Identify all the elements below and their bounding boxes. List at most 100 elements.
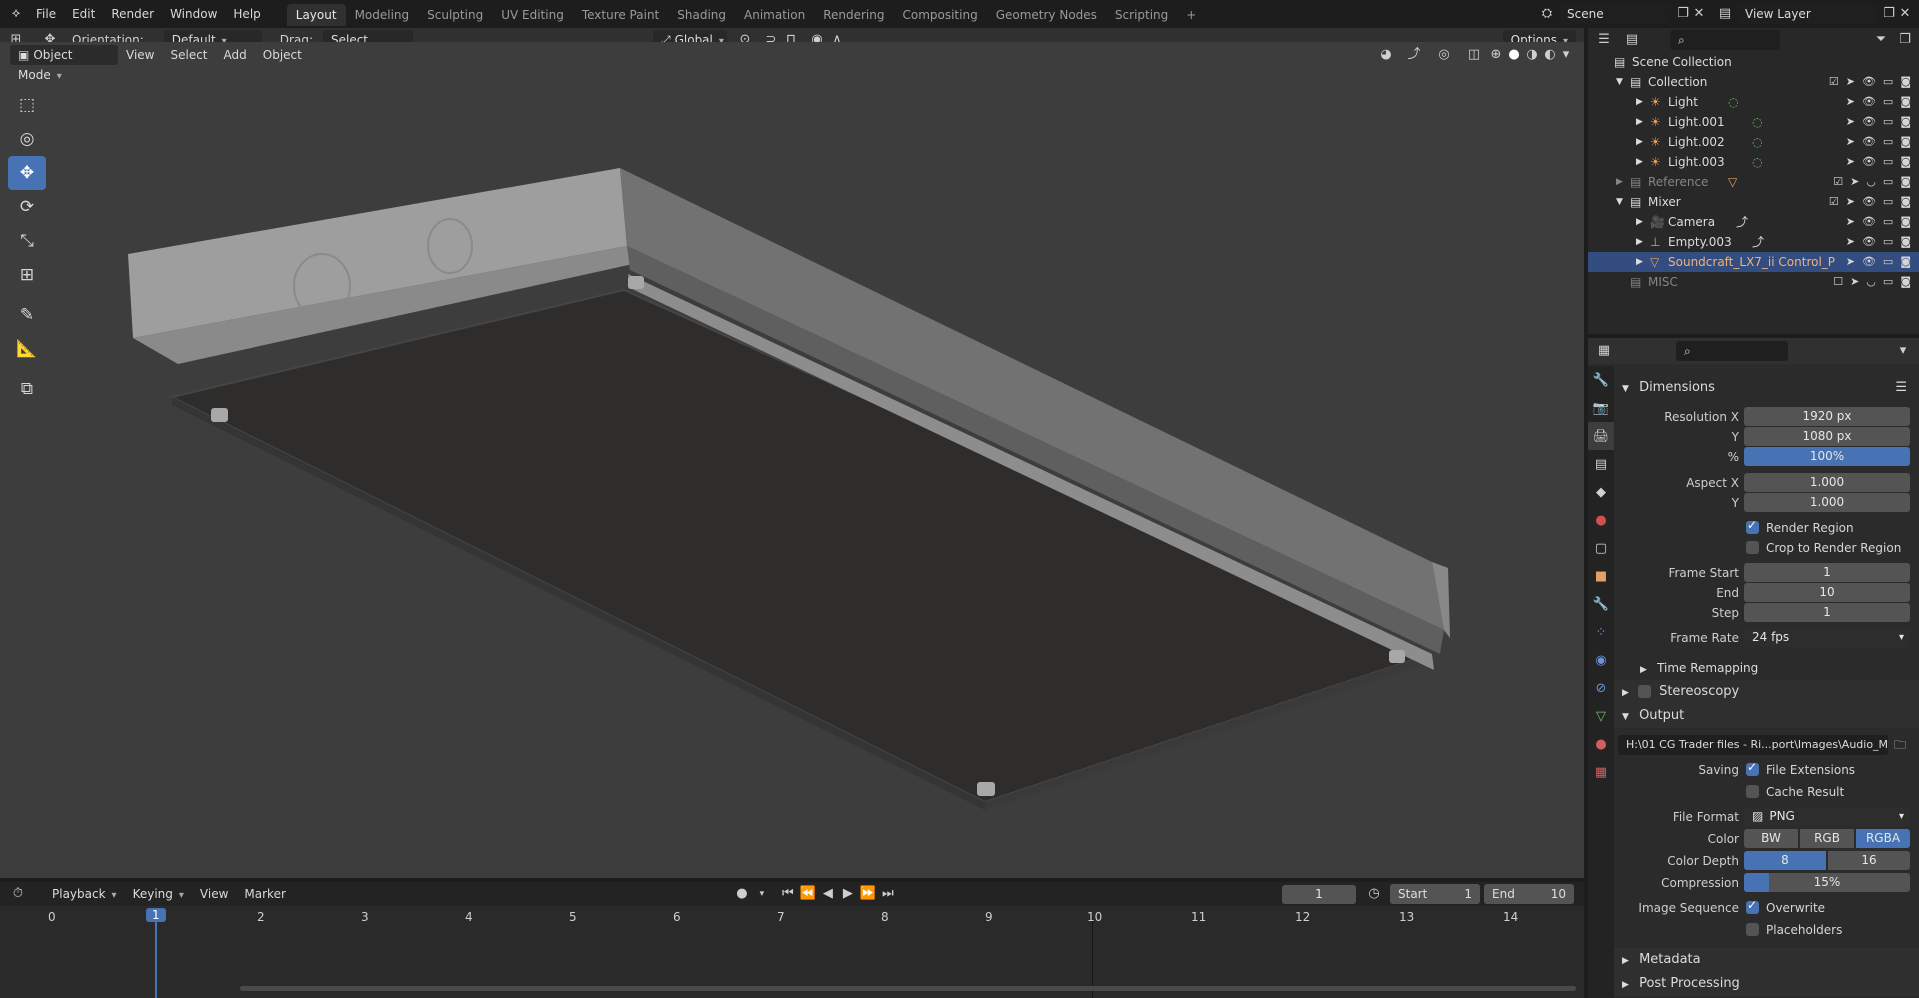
monitor-icon[interactable]: ▭	[1883, 72, 1893, 92]
current-frame-marker[interactable]: 1	[146, 908, 166, 922]
tool-tab[interactable]: 🔧	[1588, 366, 1614, 394]
selectable-icon[interactable]: ➤	[1846, 72, 1855, 92]
collapse-icon[interactable]: ▼	[1616, 72, 1623, 92]
expand-icon[interactable]: ▶	[1636, 152, 1643, 172]
camera-icon[interactable]: ◙	[1900, 192, 1911, 212]
constraints-tab[interactable]: ⊘	[1588, 674, 1614, 702]
camera-icon[interactable]: ◙	[1900, 272, 1911, 292]
mode-dropdown[interactable]: ▣ Object Mode	[10, 45, 118, 82]
eye-icon[interactable]: 👁	[1862, 192, 1876, 212]
selectable-icon[interactable]: ➤	[1846, 192, 1855, 212]
visibility-icon[interactable]: ◕	[1378, 47, 1394, 63]
new-collection-icon[interactable]: ❐	[1897, 32, 1913, 48]
selectable-icon[interactable]: ➤	[1846, 132, 1855, 152]
expand-icon[interactable]: ▶	[1636, 92, 1643, 112]
folder-icon[interactable]: 🗀	[1894, 736, 1906, 757]
checkbox-empty-icon[interactable]: ☐	[1833, 272, 1843, 292]
output-path-field[interactable]: H:\01 CG Trader files - Ri...port\Images…	[1618, 735, 1888, 755]
camera-icon[interactable]: ◙	[1900, 92, 1911, 112]
stereoscopy-panel-header[interactable]: ▶ Stereoscopy	[1614, 680, 1919, 704]
tab-animation[interactable]: Animation	[735, 4, 814, 26]
presets-icon[interactable]: ☰	[1895, 376, 1907, 400]
monitor-icon[interactable]: ▭	[1883, 272, 1893, 292]
eye-icon[interactable]: 👁	[1862, 72, 1876, 92]
menu-edit[interactable]: Edit	[64, 0, 103, 28]
crop-region-checkbox[interactable]	[1746, 541, 1759, 554]
eye-icon[interactable]: 👁	[1862, 92, 1876, 112]
outliner-row[interactable]: ▼ ▤ Collection ☑ ➤ 👁 ▭ ◙	[1588, 72, 1919, 92]
checkbox-icon[interactable]: ☑	[1829, 192, 1839, 212]
material-tab[interactable]: ●	[1588, 730, 1614, 758]
playhead-line[interactable]	[155, 918, 157, 998]
output-panel-header[interactable]: ▼ Output	[1614, 704, 1919, 728]
record-options-icon[interactable]: ▾	[754, 886, 770, 902]
outliner-row[interactable]: ▶ ▤ Reference ▽ ☑ ➤ ◡ ▭ ◙	[1588, 172, 1919, 192]
placeholders-checkbox[interactable]	[1746, 923, 1759, 936]
tab-uv-editing[interactable]: UV Editing	[492, 4, 573, 26]
selectable-icon[interactable]: ➤	[1846, 92, 1855, 112]
eye-closed-icon[interactable]: ◡	[1866, 272, 1876, 292]
scene-name-field[interactable]: Scene	[1559, 4, 1671, 24]
camera-icon[interactable]: ◙	[1900, 72, 1911, 92]
monitor-icon[interactable]: ▭	[1883, 112, 1893, 132]
checkbox-icon[interactable]: ☑	[1829, 72, 1839, 92]
overlays-icon[interactable]: ◎	[1436, 47, 1452, 63]
blender-logo-icon[interactable]: ⟡	[8, 6, 24, 22]
shading-options-icon[interactable]: ▾	[1558, 47, 1574, 63]
object-tab[interactable]: ■	[1588, 562, 1614, 590]
file-extensions-checkbox[interactable]	[1746, 760, 1759, 776]
menu-window[interactable]: Window	[162, 0, 225, 28]
post-processing-panel-header[interactable]: ▶ Post Processing	[1614, 972, 1919, 996]
eye-closed-icon[interactable]: ◡	[1866, 172, 1876, 192]
frame-end-field[interactable]: 10	[1744, 583, 1910, 602]
modifier-tab[interactable]: 🔧	[1588, 590, 1614, 618]
expand-icon[interactable]: ▶	[1636, 232, 1643, 252]
new-scene-icon[interactable]: ❐	[1675, 6, 1691, 22]
expand-icon[interactable]: ▶	[1636, 252, 1643, 272]
monitor-icon[interactable]: ▭	[1883, 132, 1893, 152]
particles-tab[interactable]: ⁘	[1588, 618, 1614, 646]
clock-icon[interactable]: ◷	[1366, 886, 1382, 902]
outliner-row[interactable]: ▶ ☀ Light.002 ◌ ➤ 👁 ▭ ◙	[1588, 132, 1919, 152]
jump-start-icon[interactable]: ⏮	[780, 886, 796, 902]
new-view-layer-icon[interactable]: ❐	[1881, 6, 1897, 22]
display-mode-icon[interactable]: ▤	[1624, 32, 1640, 48]
outliner-editor-icon[interactable]: ☰	[1596, 32, 1612, 48]
rendered-shading-icon[interactable]: ◐	[1542, 47, 1558, 63]
menu-help[interactable]: Help	[225, 0, 268, 28]
cursor-tool[interactable]: ◎	[8, 122, 46, 156]
checkbox-icon[interactable]: ☑	[1833, 172, 1843, 192]
dimensions-panel-header[interactable]: ▼ Dimensions ☰	[1614, 376, 1919, 400]
camera-icon[interactable]: ◙	[1900, 232, 1911, 252]
world-tab[interactable]: ●	[1588, 506, 1614, 534]
view-layer-tab[interactable]: ▤	[1588, 450, 1614, 478]
tab-geometry-nodes[interactable]: Geometry Nodes	[987, 4, 1106, 26]
expand-icon[interactable]: ▶	[1636, 212, 1643, 232]
monitor-icon[interactable]: ▭	[1883, 252, 1893, 272]
viewport-menu-add[interactable]: Add	[216, 45, 255, 65]
tab-scripting[interactable]: Scripting	[1106, 4, 1177, 26]
physics-tab[interactable]: ◉	[1588, 646, 1614, 674]
resolution-x-field[interactable]: 1920 px	[1744, 407, 1910, 426]
frame-rate-dropdown[interactable]: 24 fps ▾	[1744, 628, 1910, 647]
expand-icon[interactable]: ▶	[1616, 172, 1623, 192]
outliner-row[interactable]: ▼ ▤ Mixer ☑ ➤ 👁 ▭ ◙	[1588, 192, 1919, 212]
timeline-editor-icon[interactable]: ⏱	[10, 886, 26, 902]
outliner-row[interactable]: ▶ ☀ Light.001 ◌ ➤ 👁 ▭ ◙	[1588, 112, 1919, 132]
camera-icon[interactable]: ◙	[1900, 212, 1911, 232]
menu-file[interactable]: File	[28, 0, 64, 28]
view-layer-icon[interactable]: ▤	[1717, 6, 1733, 22]
overwrite-checkbox[interactable]	[1746, 898, 1759, 914]
annotate-tool[interactable]: ✎	[8, 298, 46, 332]
tab-compositing[interactable]: Compositing	[893, 4, 986, 26]
tab-texture-paint[interactable]: Texture Paint	[573, 4, 668, 26]
end-frame-field[interactable]: End 10	[1484, 884, 1574, 904]
menu-render[interactable]: Render	[103, 0, 162, 28]
outliner-row-selected[interactable]: ▶ ▽ Soundcraft_LX7_ii Control_P ➤ 👁 ▭ ◙	[1588, 252, 1919, 272]
next-keyframe-icon[interactable]: ⏩	[860, 886, 876, 902]
collection-tab[interactable]: ▢	[1588, 534, 1614, 562]
monitor-icon[interactable]: ▭	[1883, 172, 1893, 192]
monitor-icon[interactable]: ▭	[1883, 232, 1893, 252]
resolution-y-field[interactable]: 1080 px	[1744, 427, 1910, 446]
camera-icon[interactable]: ◙	[1900, 172, 1911, 192]
